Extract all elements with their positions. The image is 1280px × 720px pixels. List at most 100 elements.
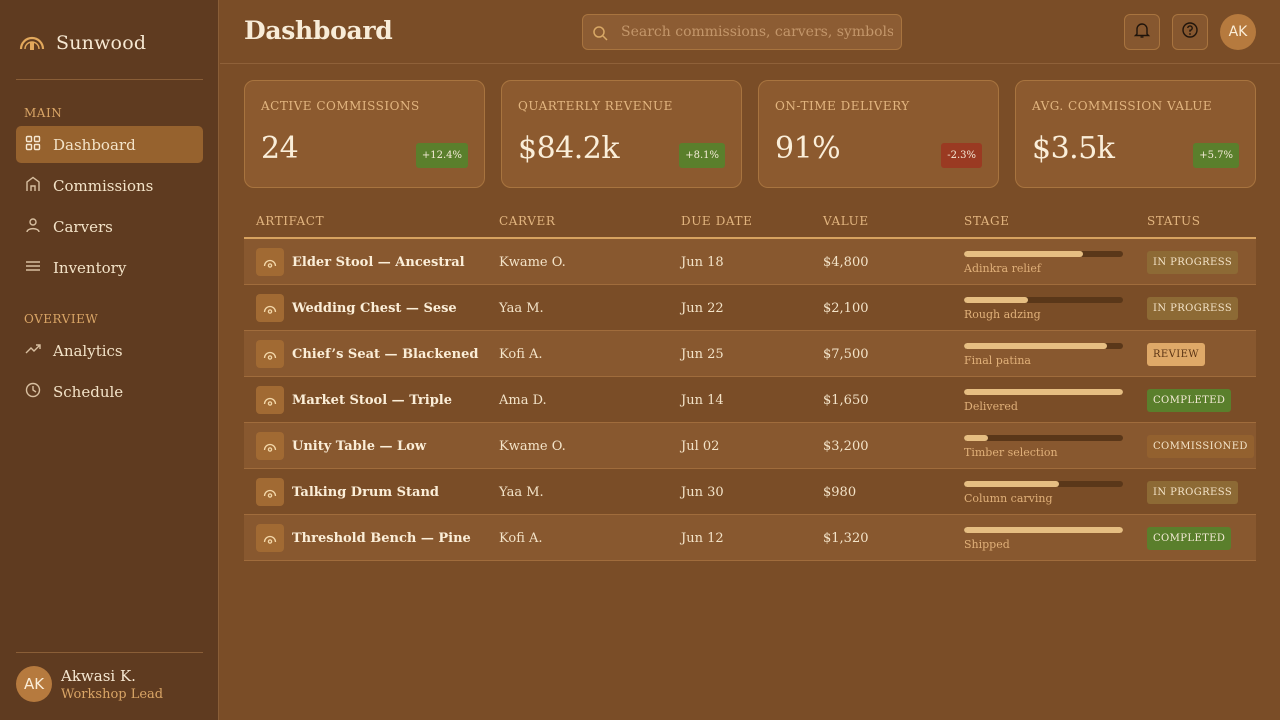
sidebar-item-carvers[interactable]: Carvers xyxy=(16,208,203,245)
artifact-name: Chief’s Seat — Blackened xyxy=(292,346,479,362)
section-label-main: MAIN xyxy=(24,106,63,120)
notifications-button[interactable] xyxy=(1124,14,1160,50)
column-header-stage[interactable]: Stage xyxy=(964,214,1010,228)
commission-value: $7,500 xyxy=(823,346,869,362)
due-date: Jun 18 xyxy=(681,254,724,270)
status-badge: Completed xyxy=(1147,389,1232,412)
carver-name: Ama D. xyxy=(499,392,547,408)
topbar: Dashboard AK xyxy=(220,0,1280,64)
table-header: Artifact Carver Due Date Value Stage Sta… xyxy=(244,206,1256,239)
stool-icon xyxy=(256,432,284,460)
sidebar-item-schedule[interactable]: Schedule xyxy=(16,373,203,410)
sidebar-item-label: Dashboard xyxy=(53,135,136,154)
carver-name: Kwame O. xyxy=(499,254,566,270)
sidebar-item-inventory[interactable]: Inventory xyxy=(16,249,203,286)
clock-icon xyxy=(25,382,41,402)
sidebar-item-analytics[interactable]: Analytics xyxy=(16,332,203,369)
kpi-value: 24 xyxy=(261,131,299,166)
logo-icon xyxy=(18,29,46,57)
stage-label: Rough adzing xyxy=(964,308,1041,321)
stage-label: Final patina xyxy=(964,354,1031,367)
table-row[interactable]: Market Stool — Triple Ama D. Jun 14 $1,6… xyxy=(244,377,1256,423)
kpi-value: $3.5k xyxy=(1032,131,1115,166)
commissions-table: Artifact Carver Due Date Value Stage Sta… xyxy=(244,206,1256,561)
table-row[interactable]: Elder Stool — Ancestral Kwame O. Jun 18 … xyxy=(244,239,1256,285)
kpi-delta-badge: +8.1% xyxy=(679,143,725,168)
status-badge: Review xyxy=(1147,343,1205,366)
kpi-value: 91% xyxy=(775,131,841,166)
stage-label: Delivered xyxy=(964,400,1018,413)
table-row[interactable]: Talking Drum Stand Yaa M. Jun 30 $980 Co… xyxy=(244,469,1256,515)
sidebar-item-label: Analytics xyxy=(53,341,123,360)
stage-label: Column carving xyxy=(964,492,1053,505)
stage-progress: Column carving xyxy=(964,481,1124,505)
user-profile[interactable]: AK Akwasi K. Workshop Lead xyxy=(16,666,163,702)
table-row[interactable]: Threshold Bench — Pine Kofi A. Jun 12 $1… xyxy=(244,515,1256,561)
carver-name: Yaa M. xyxy=(499,484,544,500)
due-date: Jun 25 xyxy=(681,346,724,362)
grid-icon xyxy=(25,135,41,155)
progress-fill xyxy=(964,389,1123,395)
commission-value: $1,320 xyxy=(823,530,869,546)
table-row[interactable]: Wedding Chest — Sese Yaa M. Jun 22 $2,10… xyxy=(244,285,1256,331)
header-avatar[interactable]: AK xyxy=(1220,14,1256,50)
due-date: Jun 12 xyxy=(681,530,724,546)
status-badge: In Progress xyxy=(1147,481,1239,504)
carver-name: Kofi A. xyxy=(499,346,543,362)
bell-icon xyxy=(1133,21,1151,43)
progress-track xyxy=(964,297,1123,303)
kpi-value: $84.2k xyxy=(518,131,620,166)
stage-progress: Rough adzing xyxy=(964,297,1124,321)
sidebar-item-label: Commissions xyxy=(53,176,154,195)
kpi-delta-badge: +5.7% xyxy=(1193,143,1239,168)
status-badge: In Progress xyxy=(1147,251,1239,274)
sidebar-item-label: Inventory xyxy=(53,258,127,277)
status-badge: Completed xyxy=(1147,527,1232,550)
brand[interactable]: Sunwood xyxy=(18,28,146,58)
help-icon xyxy=(1181,21,1199,43)
table-row[interactable]: Chief’s Seat — Blackened Kofi A. Jun 25 … xyxy=(244,331,1256,377)
search-box[interactable] xyxy=(582,14,902,50)
column-header-status[interactable]: Status xyxy=(1147,214,1201,228)
sidebar-item-dashboard[interactable]: Dashboard xyxy=(16,126,203,163)
artifact-name: Market Stool — Triple xyxy=(292,392,453,408)
progress-fill xyxy=(964,435,988,441)
column-header-value[interactable]: Value xyxy=(823,214,869,228)
column-header-carver[interactable]: Carver xyxy=(499,214,556,228)
due-date: Jun 22 xyxy=(681,300,724,316)
status-badge: In Progress xyxy=(1147,297,1239,320)
commission-value: $4,800 xyxy=(823,254,869,270)
progress-track xyxy=(964,343,1123,349)
progress-track xyxy=(964,527,1123,533)
building-icon xyxy=(25,176,41,196)
commission-value: $2,100 xyxy=(823,300,869,316)
progress-track xyxy=(964,481,1123,487)
progress-track xyxy=(964,435,1123,441)
column-header-artifact[interactable]: Artifact xyxy=(256,214,324,228)
stool-icon xyxy=(256,524,284,552)
section-label-overview: OVERVIEW xyxy=(24,312,99,326)
artifact-name: Talking Drum Stand xyxy=(292,484,440,500)
artifact-name: Elder Stool — Ancestral xyxy=(292,254,465,270)
sidebar-item-label: Schedule xyxy=(53,382,124,401)
table-row[interactable]: Unity Table — Low Kwame O. Jul 02 $3,200… xyxy=(244,423,1256,469)
avatar: AK xyxy=(16,666,52,702)
sidebar-divider xyxy=(16,79,203,80)
stage-progress: Delivered xyxy=(964,389,1124,413)
kpi-card-active-commissions: Active Commissions 24 +12.4% xyxy=(244,80,485,188)
progress-fill xyxy=(964,251,1084,257)
search-input[interactable] xyxy=(621,15,893,49)
stool-icon xyxy=(256,478,284,506)
stage-progress: Timber selection xyxy=(964,435,1124,459)
progress-fill xyxy=(964,297,1028,303)
column-header-due-date[interactable]: Due Date xyxy=(681,214,753,228)
stage-label: Timber selection xyxy=(964,446,1058,459)
user-role: Workshop Lead xyxy=(61,686,164,702)
brand-name: Sunwood xyxy=(56,32,147,54)
help-button[interactable] xyxy=(1172,14,1208,50)
trend-icon xyxy=(25,341,41,361)
sidebar-item-commissions[interactable]: Commissions xyxy=(16,167,203,204)
sidebar: Sunwood MAIN Dashboard Commissions Carve… xyxy=(0,0,219,720)
commission-value: $3,200 xyxy=(823,438,869,454)
kpi-delta-badge: -2.3% xyxy=(941,143,982,168)
